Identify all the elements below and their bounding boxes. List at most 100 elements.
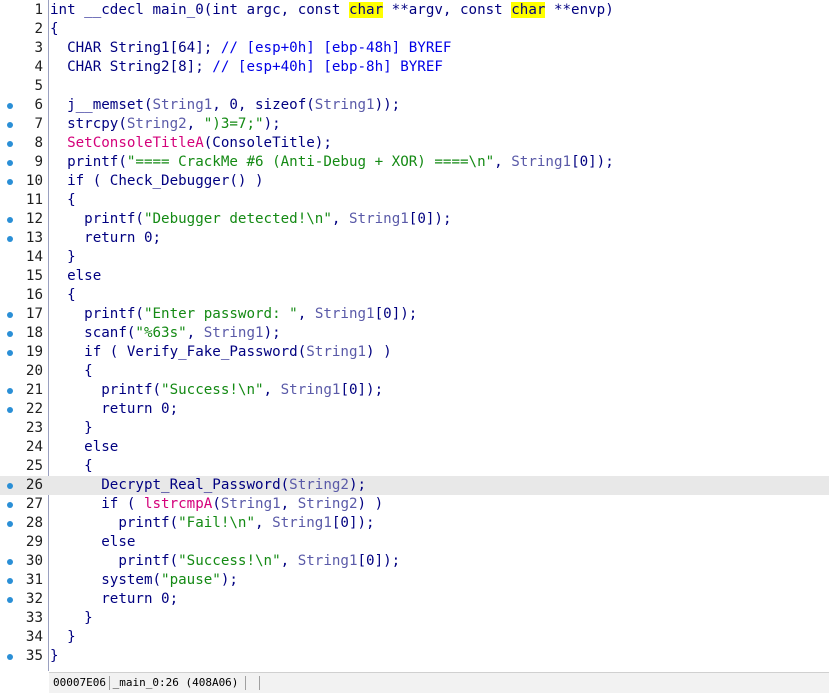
code-token: );: [263, 116, 281, 132]
code-text[interactable]: CHAR String2[8]; // [esp+40h] [ebp-8h] B…: [50, 58, 443, 77]
code-text[interactable]: strcpy(String2, ")3=7;");: [50, 115, 281, 134]
code-token: {: [50, 458, 93, 474]
code-line[interactable]: 24 else: [0, 438, 829, 457]
code-line[interactable]: 33 }: [0, 609, 829, 628]
code-line[interactable]: 23 }: [0, 419, 829, 438]
code-text[interactable]: {: [50, 20, 59, 39]
code-token: [0]);: [340, 382, 384, 398]
code-line[interactable]: 28 printf("Fail!\n", String1[0]);: [0, 514, 829, 533]
code-line[interactable]: 2{: [0, 20, 829, 39]
line-number: 31: [25, 572, 43, 588]
code-line[interactable]: 21 printf("Success!\n", String1[0]);: [0, 381, 829, 400]
code-text[interactable]: return 0;: [50, 229, 161, 248]
code-text[interactable]: j__memset(String1, 0, sizeof(String1));: [50, 96, 400, 115]
code-text[interactable]: {: [50, 457, 93, 476]
code-text[interactable]: return 0;: [50, 590, 178, 609]
line-number: 20: [25, 363, 43, 379]
code-line[interactable]: 12 printf("Debugger detected!\n", String…: [0, 210, 829, 229]
code-text[interactable]: }: [50, 419, 93, 438]
code-text[interactable]: if ( Check_Debugger() ): [50, 172, 263, 191]
code-token: SetConsoleTitleA: [67, 135, 204, 151]
code-text[interactable]: }: [50, 248, 76, 267]
code-token: ,: [494, 154, 512, 170]
code-line[interactable]: 31 system("pause");: [0, 571, 829, 590]
line-number: 26: [25, 477, 43, 493]
pseudocode-view[interactable]: 1 int __cdecl main_0(int argc, const char…: [0, 1, 829, 666]
code-text[interactable]: else: [50, 267, 101, 286]
code-text[interactable]: SetConsoleTitleA(ConsoleTitle);: [50, 134, 332, 153]
code-token: String1: [348, 211, 409, 227]
code-text[interactable]: if ( lstrcmpA(String1, String2) ): [50, 495, 383, 514]
code-line[interactable]: 6 j__memset(String1, 0, sizeof(String1))…: [0, 96, 829, 115]
code-line[interactable]: 8 SetConsoleTitleA(ConsoleTitle);: [0, 134, 829, 153]
code-token: printf(: [50, 553, 179, 569]
code-token: **argv, const: [383, 2, 512, 18]
line-number: 27: [25, 496, 43, 512]
code-text[interactable]: system("pause");: [50, 571, 238, 590]
code-text[interactable]: {: [50, 286, 76, 305]
line-number: 14: [25, 249, 43, 265]
code-line[interactable]: 1 int __cdecl main_0(int argc, const char…: [0, 1, 829, 20]
code-token: printf(: [50, 306, 144, 322]
code-line[interactable]: 4 CHAR String2[8]; // [esp+40h] [ebp-8h]…: [0, 58, 829, 77]
code-line[interactable]: 35}: [0, 647, 829, 666]
code-line[interactable]: 18 scanf("%63s", String1);: [0, 324, 829, 343]
code-line[interactable]: 30 printf("Success!\n", String1[0]);: [0, 552, 829, 571]
code-token: else: [50, 534, 136, 550]
code-token: char: [511, 2, 546, 18]
code-text[interactable]: printf("Success!\n", String1[0]);: [50, 552, 400, 571]
code-line[interactable]: 13 return 0;: [0, 229, 829, 248]
code-line[interactable]: 15 else: [0, 267, 829, 286]
code-line[interactable]: 20 {: [0, 362, 829, 381]
code-text[interactable]: }: [50, 647, 59, 666]
code-text[interactable]: {: [50, 362, 93, 381]
line-number: 25: [25, 458, 43, 474]
code-token: (ConsoleTitle);: [203, 135, 332, 151]
code-text[interactable]: scanf("%63s", String1);: [50, 324, 281, 343]
code-token: {: [50, 363, 93, 379]
code-token: {: [50, 192, 76, 208]
line-number: 23: [25, 420, 43, 436]
code-line[interactable]: 3 CHAR String1[64]; // [esp+0h] [ebp-48h…: [0, 39, 829, 58]
code-line[interactable]: 14 }: [0, 248, 829, 267]
code-text[interactable]: printf("Success!\n", String1[0]);: [50, 381, 383, 400]
code-token: ,: [186, 325, 204, 341]
code-text[interactable]: Decrypt_Real_Password(String2);: [50, 476, 366, 495]
code-text[interactable]: }: [50, 609, 93, 628]
code-line[interactable]: 27 if ( lstrcmpA(String1, String2) ): [0, 495, 829, 514]
status-separator: [245, 676, 246, 690]
code-token: "Success!\n": [178, 553, 281, 569]
line-number: 18: [25, 325, 43, 341]
code-text[interactable]: return 0;: [50, 400, 178, 419]
code-text[interactable]: CHAR String1[64]; // [esp+0h] [ebp-48h] …: [50, 39, 451, 58]
code-token: );: [348, 477, 367, 493]
code-line[interactable]: 16 {: [0, 286, 829, 305]
code-text[interactable]: printf("Fail!\n", String1[0]);: [50, 514, 374, 533]
code-text[interactable]: if ( Verify_Fake_Password(String1) ): [50, 343, 392, 362]
code-text[interactable]: printf("Debugger detected!\n", String1[0…: [50, 210, 451, 229]
code-line[interactable]: 25 {: [0, 457, 829, 476]
code-text[interactable]: {: [50, 191, 76, 210]
code-line[interactable]: 9 printf("==== CrackMe #6 (Anti-Debug + …: [0, 153, 829, 172]
code-text[interactable]: else: [50, 438, 118, 457]
code-text[interactable]: }: [50, 628, 76, 647]
code-line[interactable]: 17 printf("Enter password: ", String1[0]…: [0, 305, 829, 324]
code-text[interactable]: printf("Enter password: ", String1[0]);: [50, 305, 417, 324]
code-line[interactable]: 7 strcpy(String2, ")3=7;");: [0, 115, 829, 134]
code-line[interactable]: 26 Decrypt_Real_Password(String2);: [0, 476, 829, 495]
code-text[interactable]: int __cdecl main_0(int argc, const char …: [50, 1, 614, 20]
code-line[interactable]: 11 {: [0, 191, 829, 210]
status-separator: [109, 676, 110, 690]
code-token: (: [212, 496, 221, 512]
code-text[interactable]: printf("==== CrackMe #6 (Anti-Debug + XO…: [50, 153, 614, 172]
code-text[interactable]: else: [50, 533, 135, 552]
code-token: String1: [297, 553, 358, 569]
code-line[interactable]: 34 }: [0, 628, 829, 647]
code-line[interactable]: 19 if ( Verify_Fake_Password(String1) ): [0, 343, 829, 362]
code-token: String1: [203, 325, 264, 341]
code-line[interactable]: 32 return 0;: [0, 590, 829, 609]
code-line[interactable]: 22 return 0;: [0, 400, 829, 419]
code-line[interactable]: 10 if ( Check_Debugger() ): [0, 172, 829, 191]
code-line[interactable]: 5: [0, 77, 829, 96]
code-line[interactable]: 29 else: [0, 533, 829, 552]
